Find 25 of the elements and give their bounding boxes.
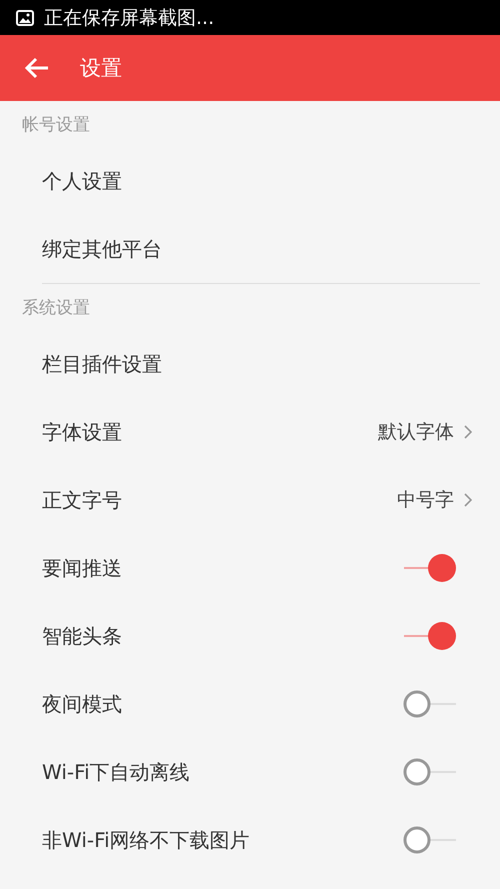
setting-label[interactable]: 正文字号 (42, 486, 122, 514)
chevron-icon (464, 493, 472, 507)
status-text: 正在保存屏幕截图... (44, 6, 214, 30)
toggle-switch[interactable] (402, 825, 458, 855)
toggle-switch[interactable] (402, 689, 458, 719)
chevron-icon (464, 425, 472, 439)
setting-label[interactable]: 绑定其他平台 (42, 236, 162, 262)
toggle-switch[interactable] (402, 757, 458, 787)
setting-label[interactable]: 智能头条 (42, 622, 122, 650)
setting-label[interactable]: 字体设置 (42, 418, 122, 446)
page-title: 设置 (80, 55, 122, 82)
setting-label[interactable]: 栏目插件设置 (42, 350, 162, 378)
setting-value: 默认字体 (378, 420, 454, 445)
setting-label[interactable]: 非Wi-Fi网络不下载图片 (42, 826, 250, 854)
setting-label[interactable]: 要闻推送 (42, 554, 122, 582)
section-header: 系统设置 (21, 296, 91, 320)
section-header: 帐号设置 (21, 114, 91, 136)
toggle-switch[interactable] (402, 553, 458, 583)
back-button[interactable] (24, 57, 50, 79)
image-icon (16, 10, 34, 26)
toggle-switch[interactable] (402, 621, 458, 651)
setting-label[interactable]: Wi-Fi下自动离线 (42, 758, 190, 786)
setting-label[interactable]: 夜间模式 (42, 690, 122, 718)
setting-value: 中号字 (397, 488, 454, 513)
setting-label[interactable]: 个人设置 (42, 168, 122, 194)
